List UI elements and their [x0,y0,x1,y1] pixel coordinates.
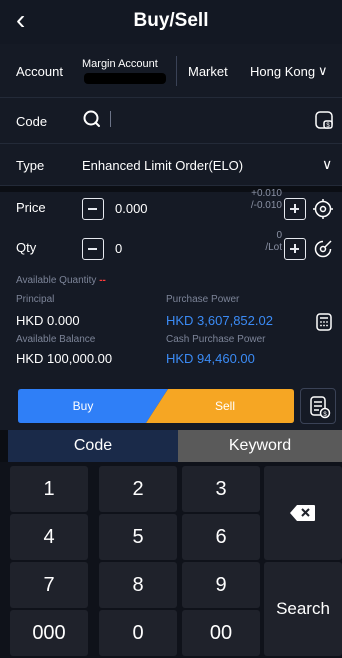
lot-count: 0 [276,230,282,241]
type-row[interactable]: Type Enhanced Limit Order(ELO) ∨ [0,144,342,186]
purchase-power-value: HKD 3,607,852.02 [166,313,273,328]
price-step-down: /-0.010 [250,200,282,211]
numeric-keypad: 1 2 3 4 5 6 7 8 9 000 0 00 Search [0,462,342,658]
key-5[interactable]: 5 [99,514,177,560]
qty-minus-button[interactable] [82,238,104,260]
price-minus-button[interactable] [82,198,104,220]
available-balance-label: Available Balance [16,334,96,345]
price-label: Price [16,200,46,215]
account-label: Account [16,64,63,79]
key-3[interactable]: 3 [182,466,260,512]
code-label: Code [16,114,48,129]
available-quantity-value: -- [99,275,106,286]
header-bar: ‹ Buy/Sell [0,0,342,44]
type-label: Type [16,158,45,173]
price-input[interactable]: 0.000 [115,201,148,216]
qty-input[interactable]: 0 [115,241,122,256]
sell-button[interactable]: Sell [146,389,294,423]
page-title: Buy/Sell [133,10,209,31]
lot-hint: 0 /Lot [265,230,282,254]
principal-value: HKD 0.000 [16,313,80,328]
lot-unit: /Lot [265,242,282,253]
order-type-value[interactable]: Enhanced Limit Order(ELO) [82,158,243,173]
search-icon[interactable] [82,109,102,131]
key-00[interactable]: 00 [182,610,260,656]
price-step-hint: +0.010 /-0.010 [251,188,282,212]
key-2[interactable]: 2 [99,466,177,512]
key-6[interactable]: 6 [182,514,260,560]
key-7[interactable]: 7 [10,562,88,608]
price-step-up: +0.010 [251,188,282,199]
market-label: Market [188,64,228,79]
account-selector[interactable]: Margin Account [82,58,158,70]
key-4[interactable]: 4 [10,514,88,560]
search-key[interactable]: Search [264,562,342,656]
order-panel: Price 0.000 +0.010 /-0.010 Qty 0 0 /Lot … [0,188,342,430]
divider [176,56,177,86]
tab-keyword[interactable]: Keyword [178,430,342,462]
account-number-redaction [84,73,166,84]
key-9[interactable]: 9 [182,562,260,608]
calculator-icon[interactable] [314,312,334,332]
tab-code[interactable]: Code [8,430,178,462]
principal-label: Principal [16,294,55,305]
available-quantity-label-text: Available Quantity [16,275,97,286]
buy-label: Buy [72,399,94,413]
backspace-icon [290,505,315,521]
key-0[interactable]: 0 [99,610,177,656]
chevron-down-icon[interactable]: ∨ [318,63,328,79]
backspace-key[interactable] [264,466,342,560]
chevron-down-icon[interactable]: ∨ [322,156,332,173]
scan-icon[interactable]: $ [314,110,334,130]
price-plus-button[interactable] [284,198,306,220]
purchase-power-label: Purchase Power [166,294,240,305]
cash-purchase-power-label: Cash Purchase Power [166,334,266,345]
available-balance-value: HKD 100,000.00 [16,351,113,366]
key-000[interactable]: 000 [10,610,88,656]
code-row: Code $ [0,98,342,144]
max-qty-icon[interactable] [312,238,334,260]
sell-label: Sell [214,399,235,413]
qty-label: Qty [16,240,37,255]
qty-plus-button[interactable] [284,238,306,260]
order-book-button[interactable]: $ [300,388,336,424]
ledger-icon: $ [310,396,331,419]
market-selector[interactable]: Hong Kong [250,64,315,79]
available-quantity-label: Available Quantity -- [16,275,106,286]
target-icon[interactable] [312,198,334,220]
key-8[interactable]: 8 [99,562,177,608]
code-input-caret[interactable] [110,111,111,127]
key-1[interactable]: 1 [10,466,88,512]
cash-purchase-power-value: HKD 94,460.00 [166,351,255,366]
account-row: Account Margin Account Market Hong Kong … [0,44,342,98]
keyboard-tabs: Code Keyword [8,430,342,462]
